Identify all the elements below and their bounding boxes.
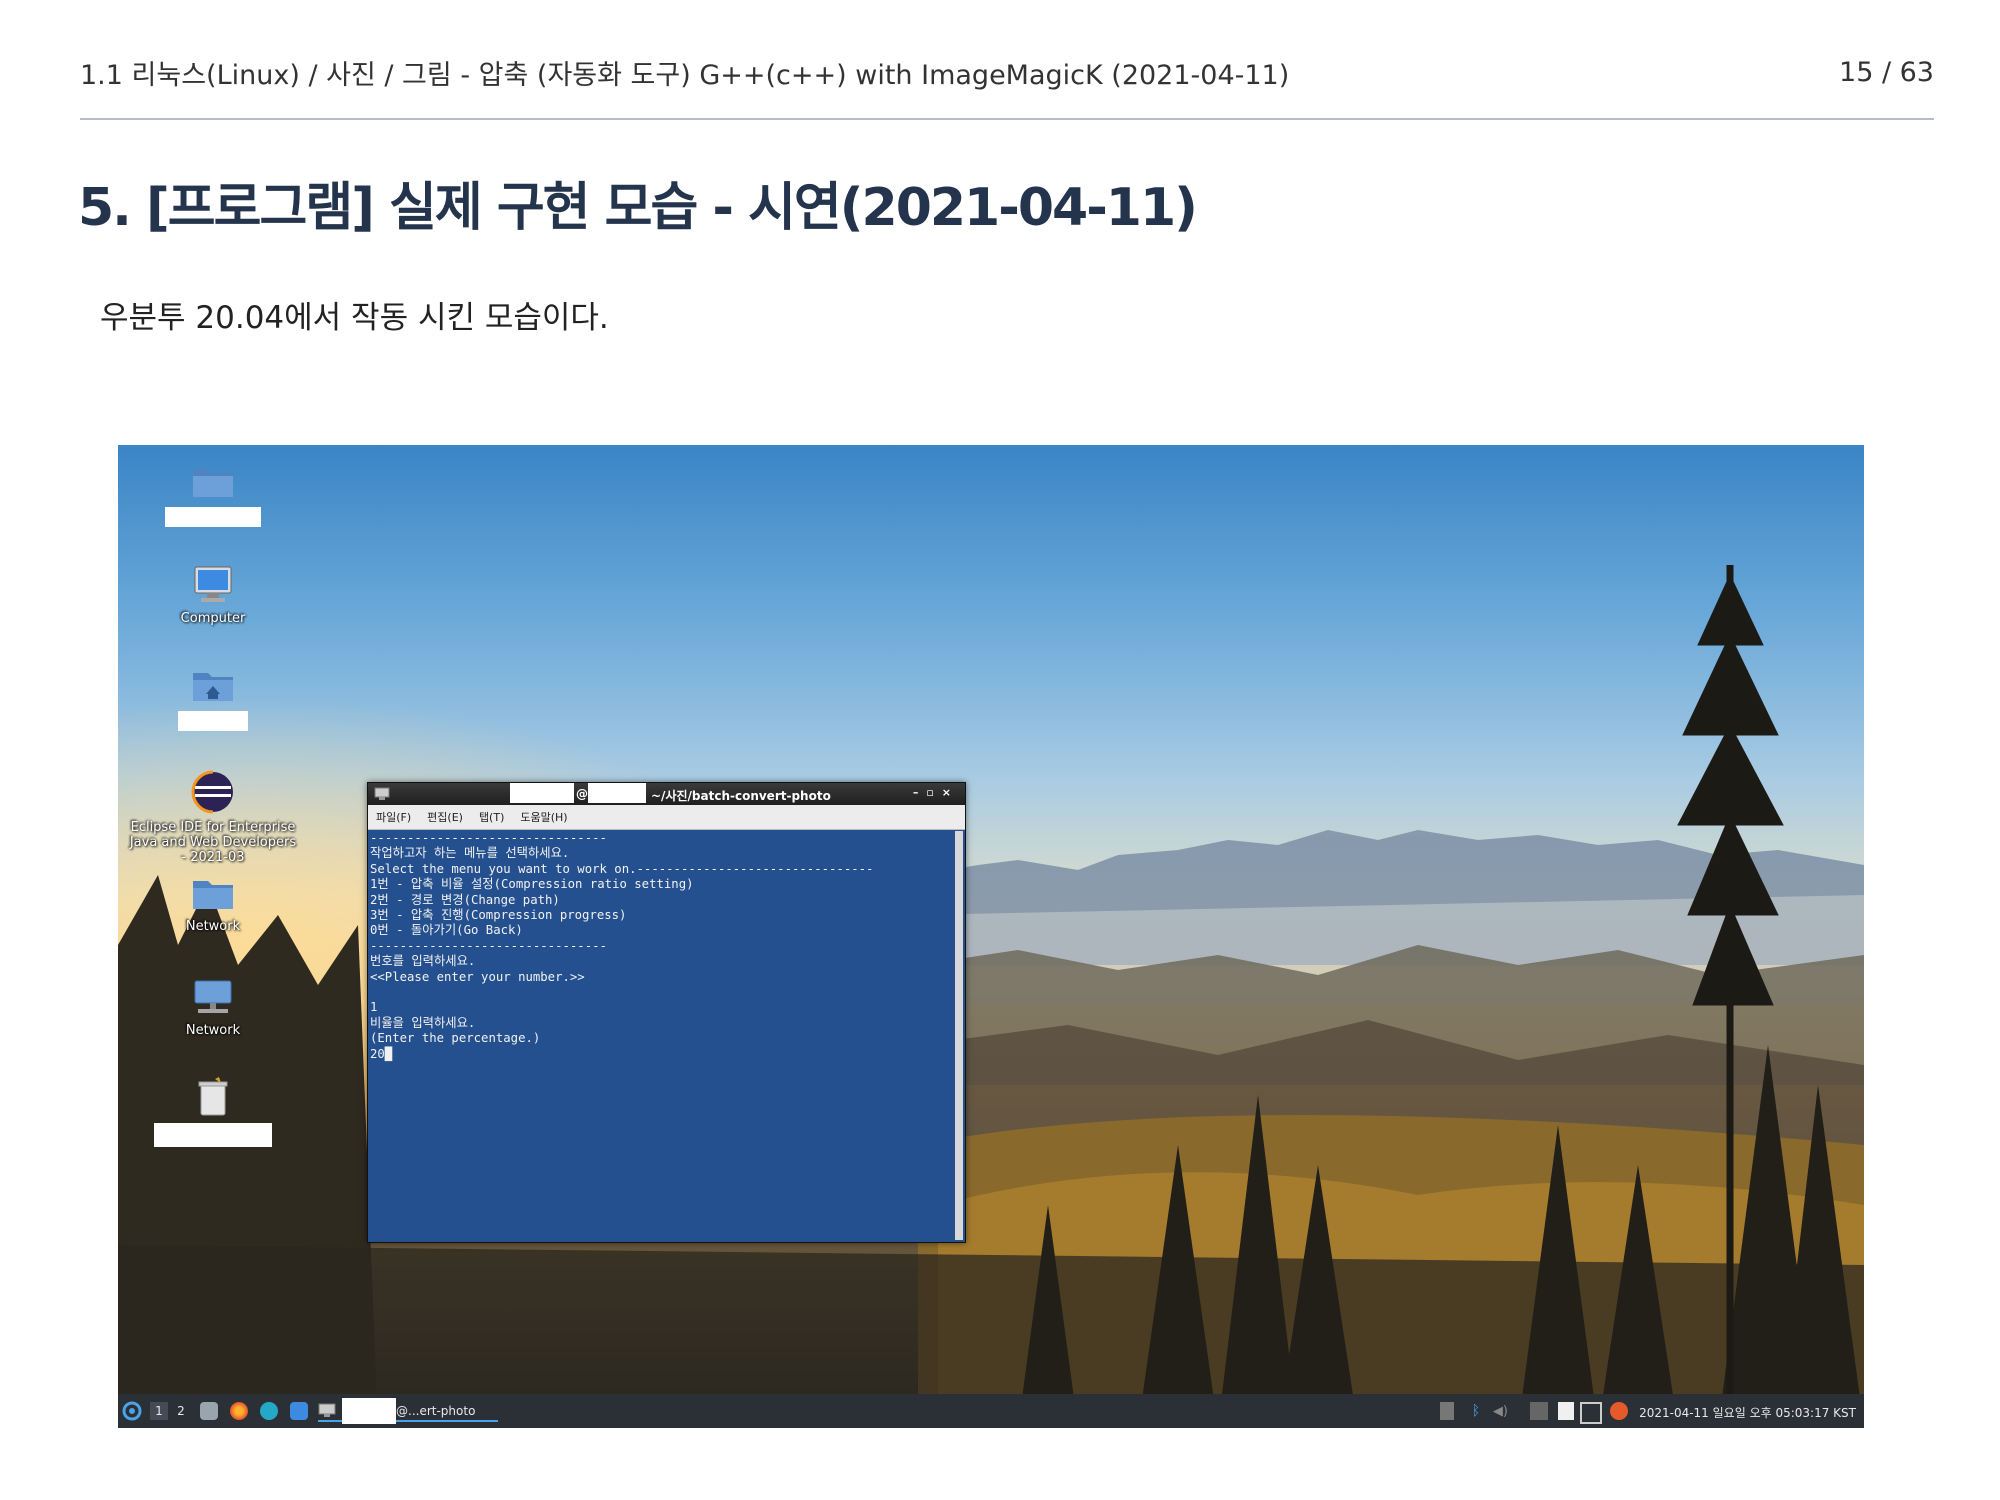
ubuntu-desktop-screenshot: Computer Eclipse IDE for Enterprise Java… [118,445,1864,1428]
terminal-line: 20█ [370,1046,393,1061]
terminal-window[interactable]: @ ~/사진/batch-convert-photo –▫× 파일(F) 편집(… [367,782,966,1243]
terminal-line: Select the menu you want to work on.----… [370,861,874,876]
desktop-icon-computer[interactable]: Computer [128,565,298,626]
home-folder-icon [193,673,233,701]
redacted-user [510,783,574,803]
desktop-icon-label: Eclipse IDE for Enterprise Java and Web … [129,820,297,865]
taskbar-window-terminal[interactable]: @...ert-photo [318,1398,498,1424]
app-launcher-icon[interactable] [260,1402,278,1420]
ubuntu-swirl-icon [122,1401,142,1421]
desktop-icon-label: Computer [180,611,246,626]
terminal-output[interactable]: -------------------------------- 작업하고자 하는… [370,831,953,1240]
terminal-line: 0번 - 돌아가기(Go Back) [370,923,523,938]
start-menu-button[interactable] [122,1401,142,1421]
desktop-icon-eclipse[interactable]: Eclipse IDE for Enterprise Java and Web … [128,770,298,865]
minimize-icon[interactable]: – [913,786,927,799]
page-header: 1.1 리눅스(Linux) / 사진 / 그림 - 압축 (자동화 도구) G… [80,52,1934,92]
trash-icon [198,1077,228,1116]
terminal-titlebar[interactable]: @ ~/사진/batch-convert-photo –▫× [368,783,965,805]
redacted-user [342,1398,396,1424]
redacted-label [178,711,248,731]
terminal-scrollbar[interactable] [955,831,963,1240]
terminal-line: 1번 - 압축 비율 설정(Compression ratio setting) [370,877,694,892]
terminal-line: -------------------------------- [370,831,607,845]
header-divider [80,118,1934,120]
terminal-line: 1 [370,1000,378,1015]
taskbar-clock: 2021-04-11 일요일 오후 05:03:17 KST [1639,1406,1856,1420]
redacted-label [154,1123,272,1147]
desktop-icon-label: Network [185,1023,241,1038]
keyboard-icon[interactable] [1530,1402,1548,1420]
terminal-title: ~/사진/batch-convert-photo [651,789,831,803]
volume-icon[interactable]: ◀) [1493,1402,1508,1420]
network-icon [194,980,232,1013]
terminal-icon [374,787,390,800]
redacted-host [588,783,646,803]
taskbar: 1 2 @...ert-photo ᛒ ◀) 2021-04-11 일요일 오후… [118,1394,1864,1428]
notes-icon[interactable] [1558,1402,1574,1420]
redacted-label [165,507,261,527]
terminal-line: 비율을 입력하세요. [370,1015,476,1030]
terminal-line: -------------------------------- [370,938,607,953]
desktop-icon-trash[interactable] [128,1077,298,1151]
maximize-icon[interactable]: ▫ [926,786,941,799]
workspace-2[interactable]: 2 [172,1402,190,1420]
page-number: 15 / 63 [1839,56,1934,88]
terminal-menubar: 파일(F) 편집(E) 탭(T) 도움말(H) [368,805,965,830]
page-title: 5. [프로그램] 실제 구현 모습 - 시연(2021-04-11) [78,178,1198,238]
close-icon[interactable]: × [942,786,959,799]
desktop-icon-network2[interactable]: Network [128,977,298,1038]
firefox-icon[interactable] [230,1402,248,1420]
taskbar-window-label: @...ert-photo [396,1404,476,1418]
folder-icon [193,469,233,497]
terminal-line: <<Please enter your number.>> [370,969,585,984]
terminal-line: (Enter the percentage.) [370,1031,541,1046]
eclipse-icon [191,770,233,814]
at-sign: @ [576,787,588,801]
terminal-line: 3번 - 압축 진행(Compression progress) [370,908,627,923]
menu-tabs[interactable]: 탭(T) [479,809,504,825]
desktop-icon-label: Network [185,919,241,934]
terminal-icon [318,1403,336,1417]
terminal-line: 작업하고자 하는 메뉴를 선택하세요. [370,846,570,861]
workspace-1[interactable]: 1 [150,1402,168,1420]
desktop-icon-folder[interactable] [128,463,298,531]
power-icon[interactable] [1610,1402,1628,1420]
menu-edit[interactable]: 편집(E) [427,809,463,825]
computer-icon [194,566,232,602]
chat-icon[interactable] [290,1402,308,1420]
terminal-line: 번호를 입력하세요. [370,954,476,969]
network-folder-icon [193,881,233,909]
desktop-icon-home[interactable] [128,667,298,735]
terminal-line: 2번 - 경로 변경(Change path) [370,892,560,907]
breadcrumb: 1.1 리눅스(Linux) / 사진 / 그림 - 압축 (자동화 도구) G… [80,59,1290,91]
tray-clipboard-icon[interactable] [1440,1402,1454,1420]
display-icon[interactable] [1580,1402,1602,1424]
desktop-icon-network[interactable]: Network [128,875,298,934]
bluetooth-icon[interactable]: ᛒ [1472,1402,1480,1420]
window-controls[interactable]: –▫× [913,786,959,799]
menu-file[interactable]: 파일(F) [376,809,411,825]
file-manager-icon[interactable] [200,1402,218,1420]
body-paragraph: 우분투 20.04에서 작동 시킨 모습이다. [100,300,609,336]
menu-help[interactable]: 도움말(H) [520,809,567,825]
